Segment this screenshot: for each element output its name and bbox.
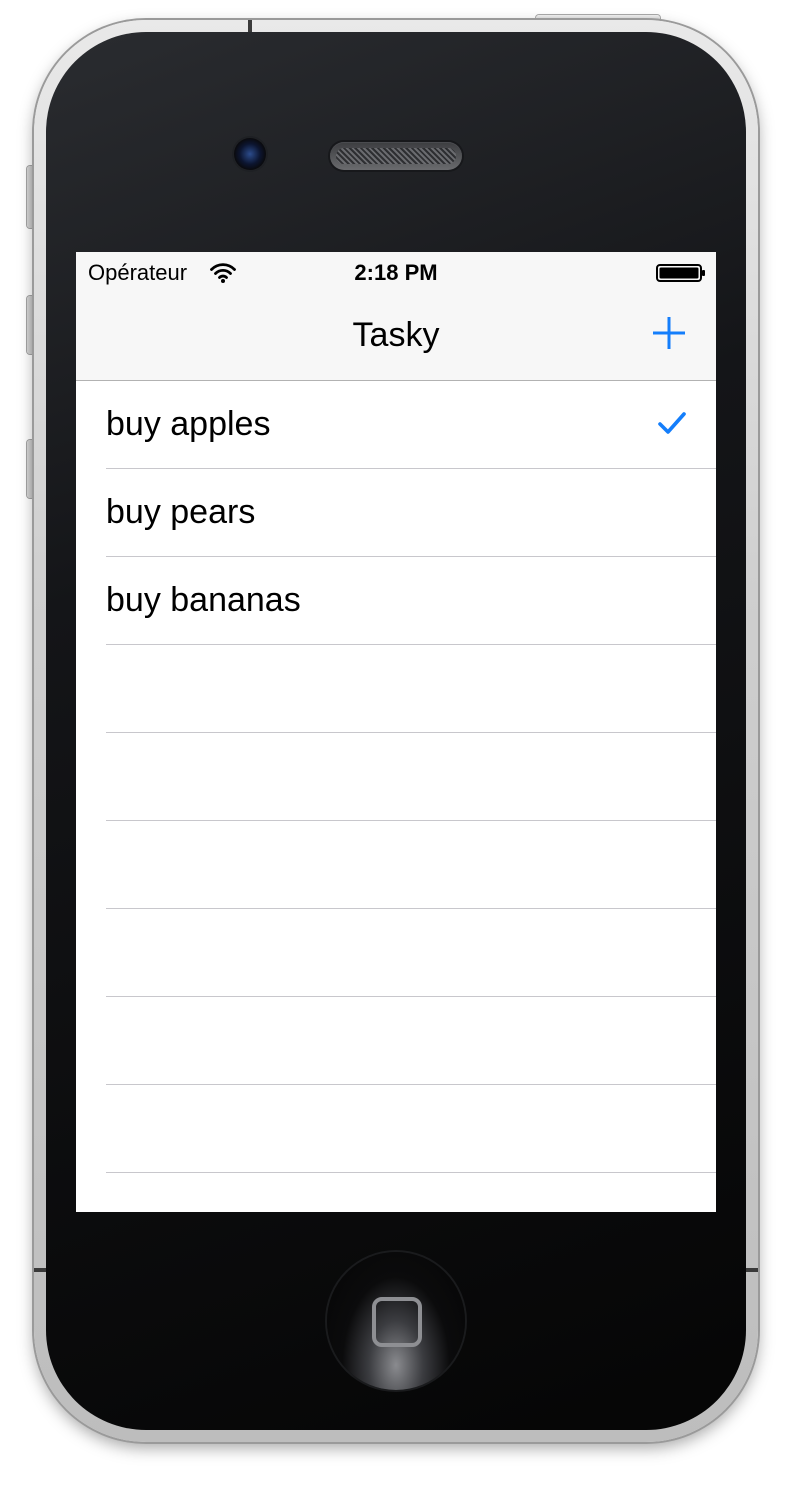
- antenna-band: [248, 20, 252, 32]
- status-bar: Opérateur 2:18 PM: [76, 252, 716, 292]
- page-title: Tasky: [352, 316, 440, 354]
- task-list: buy apples buy pears buy bananas: [76, 381, 716, 1212]
- task-row[interactable]: buy apples: [76, 381, 716, 469]
- empty-row: [76, 821, 716, 909]
- antenna-band: [746, 1268, 758, 1272]
- empty-row: [76, 645, 716, 733]
- status-time: 2:18 PM: [354, 260, 438, 285]
- empty-row: [76, 733, 716, 821]
- navigation-bar: Tasky: [76, 292, 716, 381]
- screen: Opérateur 2:18 PM Tasky buy apples buy p…: [76, 252, 716, 1212]
- checkmark-icon: [658, 412, 686, 434]
- add-task-button[interactable]: [652, 316, 686, 350]
- home-button[interactable]: [327, 1252, 465, 1390]
- empty-row: [76, 1173, 716, 1212]
- task-label: buy apples: [106, 405, 271, 443]
- task-label: buy bananas: [106, 581, 301, 619]
- home-square-icon: [372, 1297, 422, 1347]
- task-label: buy pears: [106, 493, 256, 531]
- antenna-band: [34, 1268, 46, 1272]
- front-camera: [234, 138, 266, 170]
- plus-icon: [653, 317, 685, 349]
- empty-row: [76, 1085, 716, 1173]
- task-row[interactable]: buy bananas: [76, 557, 716, 645]
- earpiece-speaker: [330, 142, 462, 170]
- task-row[interactable]: buy pears: [76, 469, 716, 557]
- empty-row: [76, 909, 716, 997]
- empty-row: [76, 997, 716, 1085]
- battery-icon: [656, 264, 705, 282]
